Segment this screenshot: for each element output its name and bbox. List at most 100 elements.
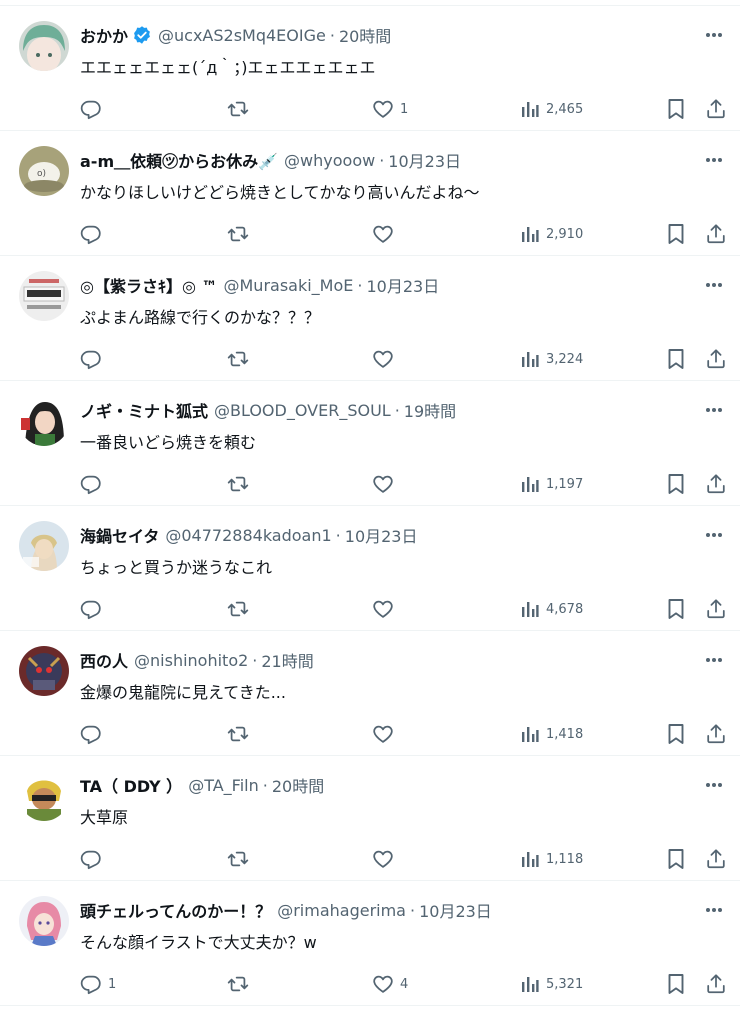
share-button[interactable] <box>705 216 727 252</box>
avatar[interactable] <box>19 771 69 821</box>
tweet[interactable]: 西の人 @nishinohito2 · 21時間 金爆の鬼龍院に見えてきた... <box>0 631 740 756</box>
more-icon[interactable] <box>702 652 726 668</box>
avatar[interactable] <box>19 896 69 946</box>
avatar[interactable] <box>19 271 69 321</box>
timestamp[interactable]: 10月23日 <box>419 898 492 922</box>
tweet[interactable]: ノギ・ミナト狐式 @BLOOD_OVER_SOUL · 19時間 一番良いどら焼… <box>0 381 740 506</box>
avatar[interactable] <box>19 646 69 696</box>
like-button[interactable] <box>372 841 400 877</box>
views-icon <box>520 599 540 619</box>
tweet[interactable]: おかか @ucxAS2sMq4EOIGe · 20時間 エエェェエェェ(´д｀；… <box>0 6 740 131</box>
timestamp[interactable]: 10月23日 <box>388 148 461 172</box>
tweet[interactable]: TA（ DDY ） @TA_Filn · 20時間 大草原 1,118 <box>0 756 740 881</box>
tweet[interactable]: 海鍋セイタ @04772884kadoan1 · 10月23日 ちょっと買うか迷… <box>0 506 740 631</box>
display-name[interactable]: 海鍋セイタ <box>80 523 159 547</box>
retweet-button[interactable] <box>226 216 256 252</box>
like-button[interactable] <box>372 716 400 752</box>
tweet[interactable]: ◎【紫ラさｷ】◎ ™ @Murasaki_MoE · 10月23日 ぷよまん路線… <box>0 256 740 381</box>
more-icon[interactable] <box>702 27 726 43</box>
share-button[interactable] <box>705 466 727 502</box>
reply-icon <box>80 98 102 120</box>
more-icon[interactable] <box>702 902 726 918</box>
avatar[interactable] <box>19 521 69 571</box>
timestamp[interactable]: 19時間 <box>404 398 456 422</box>
timestamp[interactable]: 10月23日 <box>366 273 439 297</box>
views-button[interactable]: 2,910 <box>520 216 583 252</box>
like-button[interactable]: 4 <box>372 966 408 1002</box>
views-button[interactable]: 2,465 <box>520 91 583 127</box>
more-icon[interactable] <box>702 777 726 793</box>
reply-button[interactable]: 1 <box>80 966 116 1002</box>
views-button[interactable]: 1,418 <box>520 716 583 752</box>
bookmark-button[interactable] <box>666 841 686 877</box>
reply-button[interactable] <box>80 716 108 752</box>
share-button[interactable] <box>705 966 727 1002</box>
share-button[interactable] <box>705 91 727 127</box>
reply-button[interactable] <box>80 91 108 127</box>
avatar[interactable] <box>19 21 69 71</box>
avatar[interactable]: o) <box>19 146 69 196</box>
bookmark-button[interactable] <box>666 466 686 502</box>
bookmark-button[interactable] <box>666 341 686 377</box>
display-name[interactable]: TA（ DDY ） <box>80 773 182 797</box>
retweet-button[interactable] <box>226 591 256 627</box>
user-handle[interactable]: @ucxAS2sMq4EOIGe <box>158 26 326 45</box>
more-icon[interactable] <box>702 152 726 168</box>
display-name[interactable]: ◎【紫ラさｷ】◎ ™ <box>80 273 218 297</box>
timestamp[interactable]: 21時間 <box>261 648 313 672</box>
share-button[interactable] <box>705 841 727 877</box>
retweet-icon <box>226 348 250 370</box>
timestamp[interactable]: 20時間 <box>339 23 391 47</box>
timestamp[interactable]: 10月23日 <box>345 523 418 547</box>
like-button[interactable] <box>372 341 400 377</box>
more-icon[interactable] <box>702 527 726 543</box>
views-button[interactable]: 5,321 <box>520 966 583 1002</box>
display-name[interactable]: ノギ・ミナト狐式 <box>80 398 208 422</box>
tweet[interactable]: 頭チェルってんのかー！？ @rimahagerima · 10月23日 そんな顔… <box>0 881 740 1006</box>
reply-button[interactable] <box>80 591 108 627</box>
user-handle[interactable]: @rimahagerima <box>277 901 406 920</box>
share-button[interactable] <box>705 341 727 377</box>
bookmark-button[interactable] <box>666 716 686 752</box>
timestamp[interactable]: 20時間 <box>272 773 324 797</box>
share-button[interactable] <box>705 716 727 752</box>
retweet-button[interactable] <box>226 341 256 377</box>
tweet[interactable]: o) a-m＿依頼㋡からお休み💉 @whyooow · 10月23日 かなりほし… <box>0 131 740 256</box>
bookmark-button[interactable] <box>666 591 686 627</box>
reply-button[interactable] <box>80 216 108 252</box>
user-handle[interactable]: @nishinohito2 <box>134 651 248 670</box>
like-button[interactable] <box>372 216 400 252</box>
user-handle[interactable]: @BLOOD_OVER_SOUL <box>214 401 391 420</box>
views-button[interactable]: 3,224 <box>520 341 583 377</box>
share-button[interactable] <box>705 591 727 627</box>
user-handle[interactable]: @04772884kadoan1 <box>165 526 331 545</box>
share-icon <box>705 223 727 245</box>
retweet-button[interactable] <box>226 716 256 752</box>
views-button[interactable]: 1,197 <box>520 466 583 502</box>
user-handle[interactable]: @Murasaki_MoE <box>224 276 354 295</box>
avatar[interactable] <box>19 396 69 446</box>
reply-button[interactable] <box>80 841 108 877</box>
retweet-button[interactable] <box>226 466 256 502</box>
display-name[interactable]: おかか <box>80 23 128 47</box>
like-button[interactable] <box>372 466 400 502</box>
bookmark-button[interactable] <box>666 91 686 127</box>
reply-button[interactable] <box>80 341 108 377</box>
display-name[interactable]: 西の人 <box>80 648 128 672</box>
retweet-button[interactable] <box>226 91 256 127</box>
like-button[interactable] <box>372 591 400 627</box>
bookmark-button[interactable] <box>666 216 686 252</box>
more-icon[interactable] <box>702 277 726 293</box>
display-name[interactable]: a-m＿依頼㋡からお休み💉 <box>80 148 278 172</box>
display-name[interactable]: 頭チェルってんのかー！？ <box>80 898 271 922</box>
user-handle[interactable]: @whyooow <box>284 151 375 170</box>
bookmark-button[interactable] <box>666 966 686 1002</box>
views-button[interactable]: 1,118 <box>520 841 583 877</box>
retweet-button[interactable] <box>226 841 256 877</box>
retweet-button[interactable] <box>226 966 256 1002</box>
like-button[interactable]: 1 <box>372 91 408 127</box>
more-icon[interactable] <box>702 402 726 418</box>
reply-button[interactable] <box>80 466 108 502</box>
views-button[interactable]: 4,678 <box>520 591 583 627</box>
user-handle[interactable]: @TA_Filn <box>188 776 259 795</box>
